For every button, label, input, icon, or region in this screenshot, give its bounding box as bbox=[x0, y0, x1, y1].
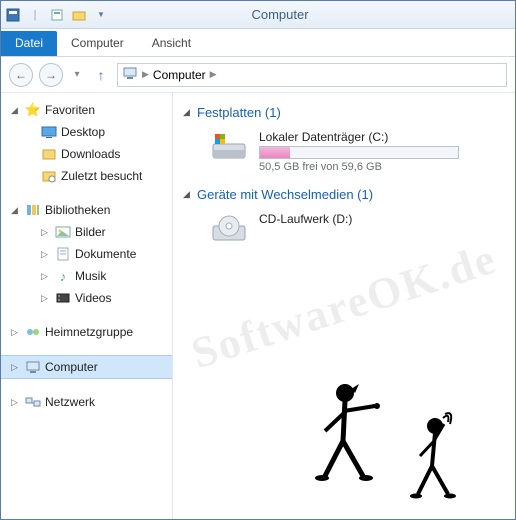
tab-computer[interactable]: Computer bbox=[57, 31, 138, 56]
music-icon: ♪ bbox=[55, 268, 71, 284]
chevron-right-icon[interactable]: ▶ bbox=[210, 69, 217, 80]
navigation-pane: ◢⭐Favoriten Desktop Downloads Zuletzt be… bbox=[1, 93, 173, 519]
computer-icon bbox=[25, 359, 41, 375]
tree-desktop[interactable]: Desktop bbox=[1, 121, 172, 143]
tree-videos[interactable]: ▷Videos bbox=[1, 287, 172, 309]
tree-pictures[interactable]: ▷Bilder bbox=[1, 221, 172, 243]
expand-icon[interactable]: ▷ bbox=[41, 293, 51, 304]
titlebar: | ▼ Computer bbox=[1, 1, 515, 29]
drive-local-c[interactable]: Lokaler Datenträger (C:) 50,5 GB frei vo… bbox=[183, 126, 505, 183]
tree-favorites[interactable]: ◢⭐Favoriten bbox=[1, 99, 172, 121]
drive-label: CD-Laufwerk (D:) bbox=[259, 212, 352, 226]
collapse-icon[interactable]: ◢ bbox=[183, 107, 193, 118]
cd-drive-icon bbox=[209, 212, 249, 248]
downloads-icon bbox=[41, 146, 57, 162]
recent-locations-dropdown[interactable]: ▾ bbox=[69, 66, 85, 84]
tab-view[interactable]: Ansicht bbox=[138, 31, 205, 56]
window-title: Computer bbox=[109, 7, 451, 22]
expand-icon[interactable]: ▷ bbox=[41, 249, 51, 260]
body: ◢⭐Favoriten Desktop Downloads Zuletzt be… bbox=[1, 93, 515, 519]
content-pane: SoftwareOK.de ◢Festplatten (1) Lokaler D… bbox=[173, 93, 515, 519]
expand-icon[interactable]: ▷ bbox=[41, 271, 51, 282]
forward-button[interactable]: → bbox=[39, 63, 63, 87]
navigation-row: ← → ▾ ↑ ▶ Computer ▶ bbox=[1, 57, 515, 93]
expand-icon[interactable]: ▷ bbox=[11, 397, 21, 408]
desktop-icon bbox=[41, 124, 57, 140]
tree-recent[interactable]: Zuletzt besucht bbox=[1, 165, 172, 187]
tree-documents[interactable]: ▷Dokumente bbox=[1, 243, 172, 265]
collapse-icon[interactable]: ◢ bbox=[11, 105, 21, 116]
documents-icon bbox=[55, 246, 71, 262]
tree-computer[interactable]: ▷Computer bbox=[1, 355, 172, 379]
tree-homegroup[interactable]: ▷Heimnetzgruppe bbox=[1, 321, 172, 343]
libraries-icon bbox=[25, 202, 41, 218]
recent-icon bbox=[41, 168, 57, 184]
tab-file[interactable]: Datei bbox=[1, 31, 57, 56]
qat-dropdown-icon[interactable]: ▼ bbox=[93, 7, 109, 23]
hdd-icon bbox=[209, 130, 249, 166]
qat-separator: | bbox=[27, 7, 43, 23]
collapse-icon[interactable]: ◢ bbox=[183, 189, 193, 200]
tree-libraries[interactable]: ◢Bibliotheken bbox=[1, 199, 172, 221]
address-bar[interactable]: ▶ Computer ▶ bbox=[117, 63, 507, 87]
drive-cd-d[interactable]: CD-Laufwerk (D:) bbox=[183, 208, 505, 258]
up-button[interactable]: ↑ bbox=[91, 65, 111, 85]
properties-icon[interactable] bbox=[49, 7, 65, 23]
drive-freespace: 50,5 GB frei von 59,6 GB bbox=[259, 161, 459, 173]
homegroup-icon bbox=[25, 324, 41, 340]
back-button[interactable]: ← bbox=[9, 63, 33, 87]
chevron-right-icon[interactable]: ▶ bbox=[142, 69, 149, 80]
tree-music[interactable]: ▷♪Musik bbox=[1, 265, 172, 287]
expand-icon[interactable]: ▷ bbox=[41, 227, 51, 238]
ribbon-tabs: Datei Computer Ansicht bbox=[1, 29, 515, 57]
collapse-icon[interactable]: ◢ bbox=[11, 205, 21, 216]
computer-icon bbox=[122, 66, 138, 83]
explorer-window: | ▼ Computer Datei Computer Ansicht ← → … bbox=[0, 0, 516, 520]
system-menu-icon[interactable] bbox=[5, 7, 21, 23]
tree-network[interactable]: ▷Netzwerk bbox=[1, 391, 172, 413]
star-icon: ⭐ bbox=[25, 102, 41, 118]
pictures-icon bbox=[55, 224, 71, 240]
videos-icon bbox=[55, 290, 71, 306]
breadcrumb-item[interactable]: Computer bbox=[153, 68, 206, 82]
capacity-bar bbox=[259, 146, 459, 159]
network-icon bbox=[25, 394, 41, 410]
new-folder-icon[interactable] bbox=[71, 7, 87, 23]
stick-figures bbox=[295, 371, 475, 511]
tree-downloads[interactable]: Downloads bbox=[1, 143, 172, 165]
expand-icon[interactable]: ▷ bbox=[11, 327, 21, 338]
expand-icon[interactable]: ▷ bbox=[11, 362, 21, 373]
section-removable[interactable]: ◢Geräte mit Wechselmedien (1) bbox=[183, 187, 505, 202]
drive-label: Lokaler Datenträger (C:) bbox=[259, 130, 459, 144]
section-hard-disks[interactable]: ◢Festplatten (1) bbox=[183, 105, 505, 120]
